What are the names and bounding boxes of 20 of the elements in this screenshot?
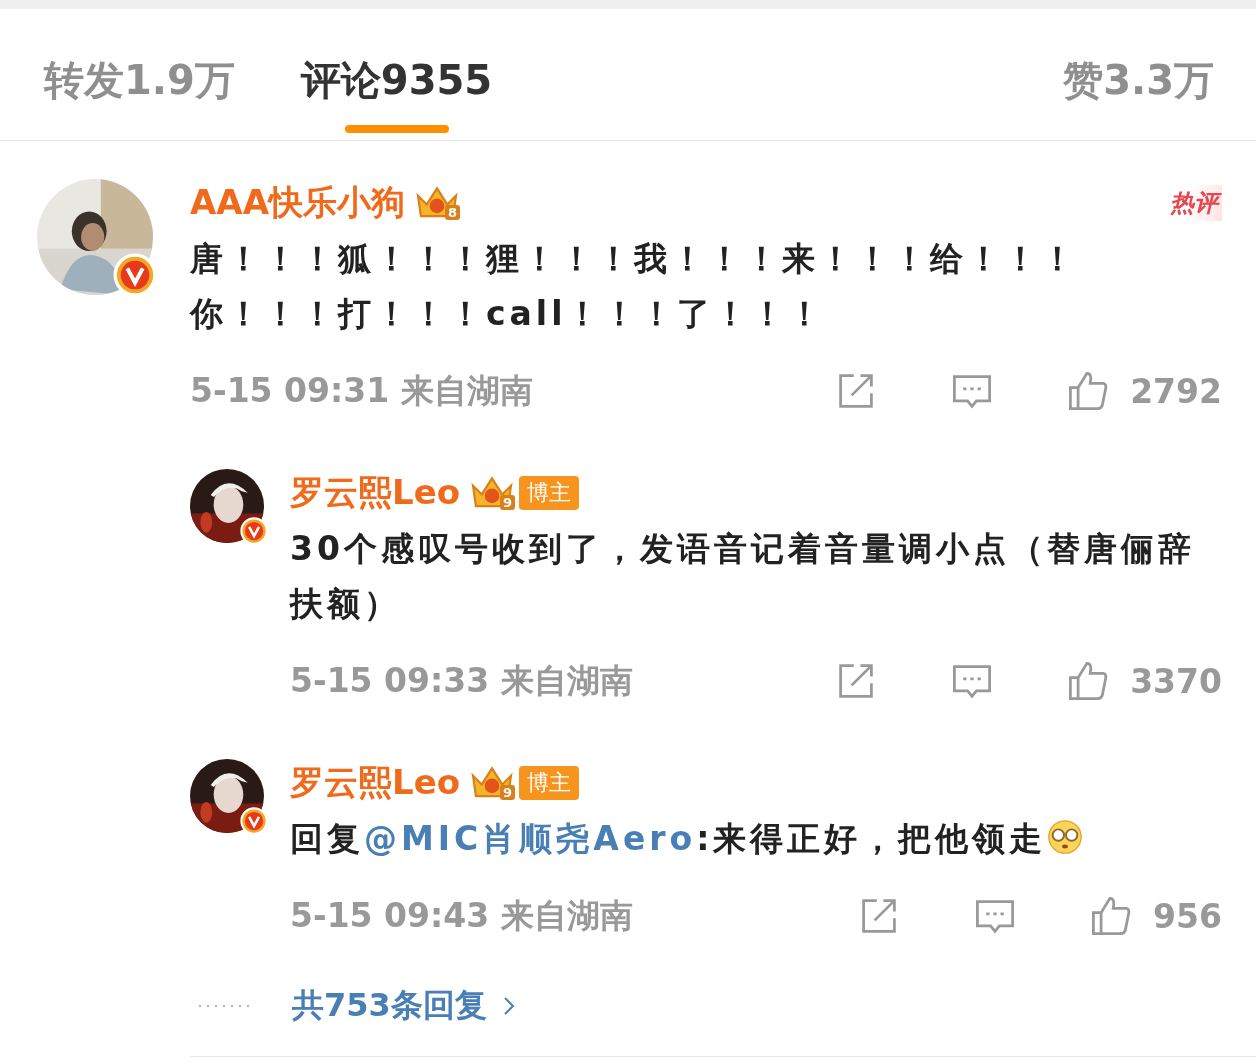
reply-time: 5-15 09:43 来自湖南	[290, 894, 633, 937]
tab[interactable]: 转发1.9万	[44, 9, 235, 141]
more-replies-link[interactable]: 共753条回复	[292, 984, 517, 1028]
username[interactable]: 罗云熙Leo	[290, 760, 461, 806]
level-badge: 9 博主	[470, 474, 580, 512]
tab[interactable]: 评论9355	[300, 9, 493, 141]
like-button[interactable]: 2792	[1066, 369, 1222, 413]
emoji-icon	[1046, 818, 1085, 856]
comment-text: 唐！！！狐！！！狸！！！我！！！来！！！给！！！你！！！打！！！call！！！了！！！	[190, 238, 1079, 335]
comment-time: 5-15 09:31 来自湖南	[190, 369, 533, 412]
reply-text: 回复@MIC肖顺尧Aero:来得正好，把他领走	[290, 811, 1222, 866]
like-button[interactable]: 956	[1089, 894, 1222, 938]
username[interactable]: 罗云熙Leo	[290, 470, 461, 516]
reply-text: 30个感叹号收到了，发语音记着音量调小点（替唐俪辞扶额）	[290, 528, 1196, 625]
like-button[interactable]: 3370	[1066, 659, 1222, 703]
mention-link[interactable]: @MIC肖顺尧Aero	[364, 819, 697, 858]
username[interactable]: AAA快乐小狗	[190, 180, 405, 226]
reply-time: 5-15 09:33 来自湖南	[290, 659, 633, 702]
tab[interactable]: 赞3.3万	[1063, 9, 1214, 141]
level-badge: 9 博主	[470, 764, 580, 802]
